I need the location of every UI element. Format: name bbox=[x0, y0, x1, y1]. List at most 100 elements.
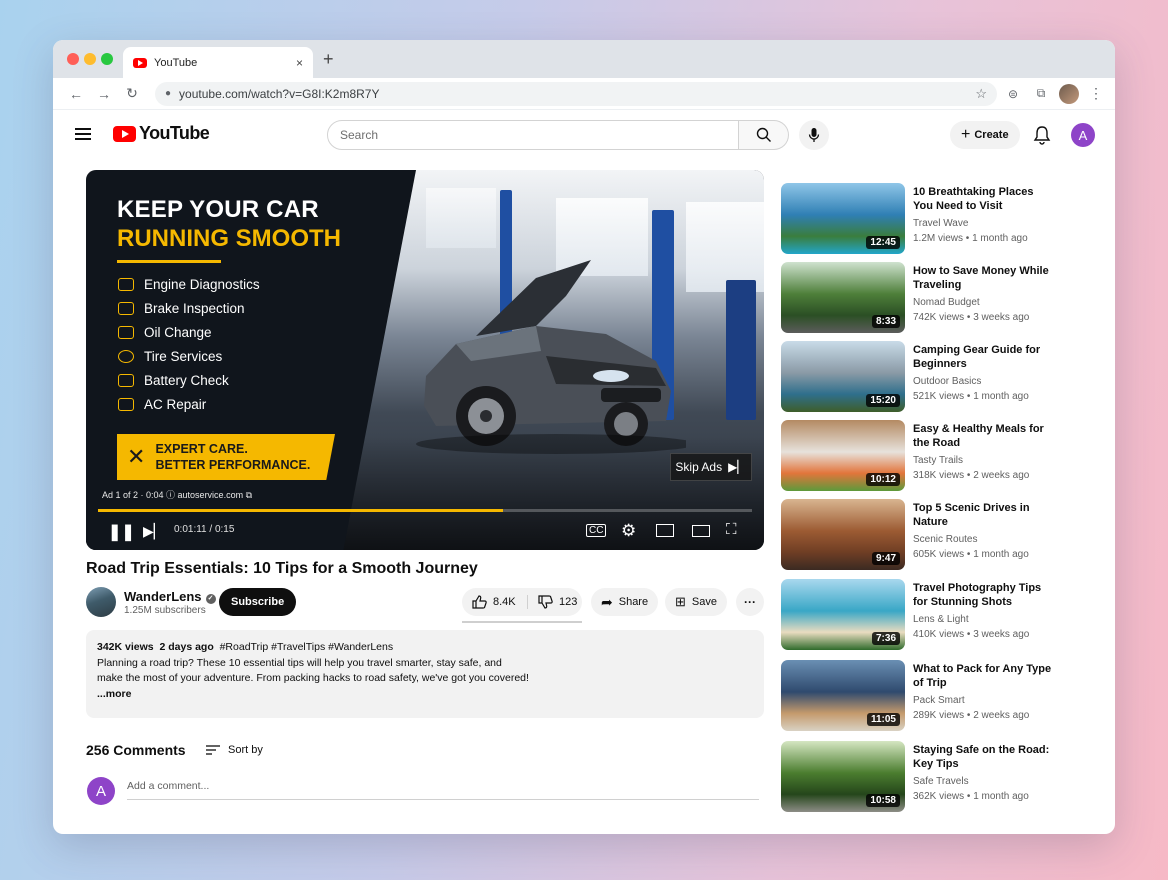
video-thumbnail[interactable]: 10:12 bbox=[781, 420, 905, 491]
recommended-age: 1 month ago bbox=[973, 791, 1029, 802]
progress-bar[interactable] bbox=[98, 509, 752, 512]
recommended-meta: 521K views • 1 month ago bbox=[913, 391, 1029, 402]
channel-name[interactable]: WanderLens ✓ bbox=[124, 589, 216, 604]
recommended-title[interactable]: What to Pack for Any Type of Trip bbox=[913, 662, 1053, 690]
recommended-title[interactable]: Staying Safe on the Road: Key Tips bbox=[913, 743, 1053, 771]
recommended-channel[interactable]: Scenic Routes bbox=[913, 534, 977, 545]
pause-icon[interactable]: ❚❚ bbox=[108, 522, 135, 542]
oil-icon bbox=[118, 326, 134, 339]
menu-icon[interactable]: ⋮ bbox=[1089, 85, 1103, 102]
miniplayer-icon[interactable] bbox=[656, 524, 674, 537]
extension-icon[interactable]: ⊜ bbox=[1001, 87, 1025, 101]
recommended-channel[interactable]: Safe Travels bbox=[913, 776, 969, 787]
recommended-video[interactable]: 15:20 Camping Gear Guide for Beginners Out… bbox=[781, 341, 1081, 413]
tools-icon: ✕ bbox=[127, 444, 146, 469]
recommended-title[interactable]: Camping Gear Guide for Beginners bbox=[913, 343, 1053, 371]
search-button[interactable] bbox=[739, 120, 789, 150]
captions-icon[interactable]: CC bbox=[586, 524, 607, 537]
next-icon[interactable]: ▶▏ bbox=[143, 523, 165, 540]
star-icon[interactable]: ☆ bbox=[975, 86, 987, 102]
voice-search-button[interactable] bbox=[799, 120, 829, 150]
theater-mode-icon[interactable] bbox=[692, 525, 710, 537]
ad-banner[interactable]: ✕ EXPERT CARE. BETTER PERFORMANCE. bbox=[117, 434, 335, 480]
tab-title: YouTube bbox=[154, 56, 198, 69]
search-input[interactable]: Search bbox=[327, 120, 739, 150]
profile-icon[interactable] bbox=[1059, 83, 1079, 104]
browser-tab[interactable]: YouTube × bbox=[123, 47, 313, 78]
video-duration: 15:20 bbox=[866, 394, 900, 407]
recommended-video[interactable]: 11:05 What to Pack for Any Type of Trip Pa… bbox=[781, 660, 1081, 732]
create-label: Create bbox=[974, 129, 1009, 141]
recommended-channel[interactable]: Pack Smart bbox=[913, 695, 965, 706]
hashtags[interactable]: #RoadTrip #TravelTips #WanderLens bbox=[220, 641, 394, 653]
new-tab-button[interactable]: + bbox=[323, 49, 334, 70]
ad-headline-1: KEEP YOUR CAR bbox=[117, 196, 319, 223]
lock-icon[interactable]: ● bbox=[165, 88, 171, 99]
recommended-title[interactable]: Easy & Healthy Meals for the Road bbox=[913, 422, 1053, 450]
comment-input[interactable]: Add a comment... bbox=[127, 780, 759, 800]
recommended-video[interactable]: 12:45 10 Breathtaking Places You Need to … bbox=[781, 183, 1081, 255]
video-thumbnail[interactable]: 15:20 bbox=[781, 341, 905, 412]
video-thumbnail[interactable]: 10:58 bbox=[781, 741, 905, 812]
service-item: Brake Inspection bbox=[118, 301, 245, 316]
video-thumbnail[interactable]: 9:47 bbox=[781, 499, 905, 570]
recommended-video[interactable]: 9:47 Top 5 Scenic Drives in Nature Scenic … bbox=[781, 499, 1081, 571]
share-button[interactable]: ➦ Share bbox=[591, 588, 659, 616]
recommended-channel[interactable]: Nomad Budget bbox=[913, 297, 980, 308]
youtube-header: YouTube Search + Create A bbox=[53, 110, 1115, 160]
youtube-favicon-icon bbox=[133, 57, 147, 68]
notifications-button[interactable] bbox=[1033, 125, 1051, 150]
video-thumbnail[interactable]: 11:05 bbox=[781, 660, 905, 731]
video-player[interactable]: KEEP YOUR CAR RUNNING SMOOTH Engine Diag… bbox=[86, 170, 764, 550]
recommended-channel[interactable]: Outdoor Basics bbox=[913, 376, 981, 387]
tab-close-icon[interactable]: × bbox=[296, 56, 303, 70]
video-thumbnail[interactable]: 8:33 bbox=[781, 262, 905, 333]
minimize-window-button[interactable] bbox=[84, 53, 96, 65]
recommended-views: 410K views bbox=[913, 629, 965, 640]
recommended-channel[interactable]: Travel Wave bbox=[913, 218, 968, 229]
ad-info[interactable]: Ad 1 of 2 · 0:04 ⓘ autoservice.com ⧉ bbox=[102, 488, 252, 501]
address-bar[interactable]: ● youtube.com/watch?v=G8I:K2m8R7Y ☆ bbox=[155, 81, 997, 106]
recommended-title[interactable]: Top 5 Scenic Drives in Nature bbox=[913, 501, 1053, 529]
description-box[interactable]: 342K views 2 days ago #RoadTrip #TravelT… bbox=[86, 630, 764, 718]
tire-icon bbox=[118, 350, 134, 363]
more-actions-button[interactable]: ··· bbox=[736, 588, 764, 616]
like-ratio-line bbox=[462, 621, 582, 623]
account-avatar[interactable]: A bbox=[1071, 123, 1095, 147]
save-button[interactable]: ⊞ Save bbox=[665, 588, 727, 616]
recommended-meta: 410K views • 3 weeks ago bbox=[913, 629, 1030, 640]
video-thumbnail[interactable]: 7:36 bbox=[781, 579, 905, 650]
service-item: Battery Check bbox=[118, 373, 229, 388]
video-thumbnail[interactable]: 12:45 bbox=[781, 183, 905, 254]
recommended-video[interactable]: 10:12 Easy & Healthy Meals for the Road Ta… bbox=[781, 420, 1081, 492]
puzzle-icon[interactable]: ⧉ bbox=[1029, 86, 1053, 101]
description-line-1: Planning a road trip? These 10 essential… bbox=[97, 656, 502, 669]
search-placeholder: Search bbox=[340, 128, 379, 142]
create-button[interactable]: + Create bbox=[950, 121, 1020, 149]
channel-avatar[interactable] bbox=[86, 587, 116, 617]
recommended-video[interactable]: 7:36 Travel Photography Tips for Stunning… bbox=[781, 579, 1081, 651]
back-icon[interactable]: ← bbox=[65, 86, 87, 102]
maximize-window-button[interactable] bbox=[101, 53, 113, 65]
close-window-button[interactable] bbox=[67, 53, 79, 65]
dislike-button[interactable]: 123 bbox=[528, 595, 577, 609]
show-more-link[interactable]: ...more bbox=[97, 687, 753, 703]
sort-by-button[interactable]: Sort by bbox=[206, 744, 263, 756]
settings-gear-icon[interactable]: ⚙ bbox=[621, 521, 636, 541]
subscribe-button[interactable]: Subscribe bbox=[219, 588, 297, 616]
recommended-title[interactable]: Travel Photography Tips for Stunning Sho… bbox=[913, 581, 1053, 609]
recommended-title[interactable]: 10 Breathtaking Places You Need to Visit bbox=[913, 185, 1053, 213]
hamburger-menu-icon[interactable] bbox=[75, 128, 91, 143]
like-button[interactable]: 8.4K bbox=[462, 595, 528, 609]
forward-icon[interactable]: → bbox=[93, 86, 115, 102]
fullscreen-icon[interactable]: ⛶ bbox=[726, 521, 737, 538]
recommended-channel[interactable]: Tasty Trails bbox=[913, 455, 963, 466]
recommended-channel[interactable]: Lens & Light bbox=[913, 614, 969, 625]
youtube-logo[interactable]: YouTube bbox=[113, 123, 210, 144]
recommended-meta: 362K views • 1 month ago bbox=[913, 791, 1029, 802]
recommended-title[interactable]: How to Save Money While Traveling bbox=[913, 264, 1053, 292]
skip-ads-button[interactable]: Skip Ads ▶▏ bbox=[670, 453, 752, 481]
reload-icon[interactable]: ↻ bbox=[121, 85, 143, 102]
recommended-video[interactable]: 8:33 How to Save Money While Traveling Nom… bbox=[781, 262, 1081, 334]
recommended-video[interactable]: 10:58 Staying Safe on the Road: Key Tips S… bbox=[781, 741, 1081, 813]
